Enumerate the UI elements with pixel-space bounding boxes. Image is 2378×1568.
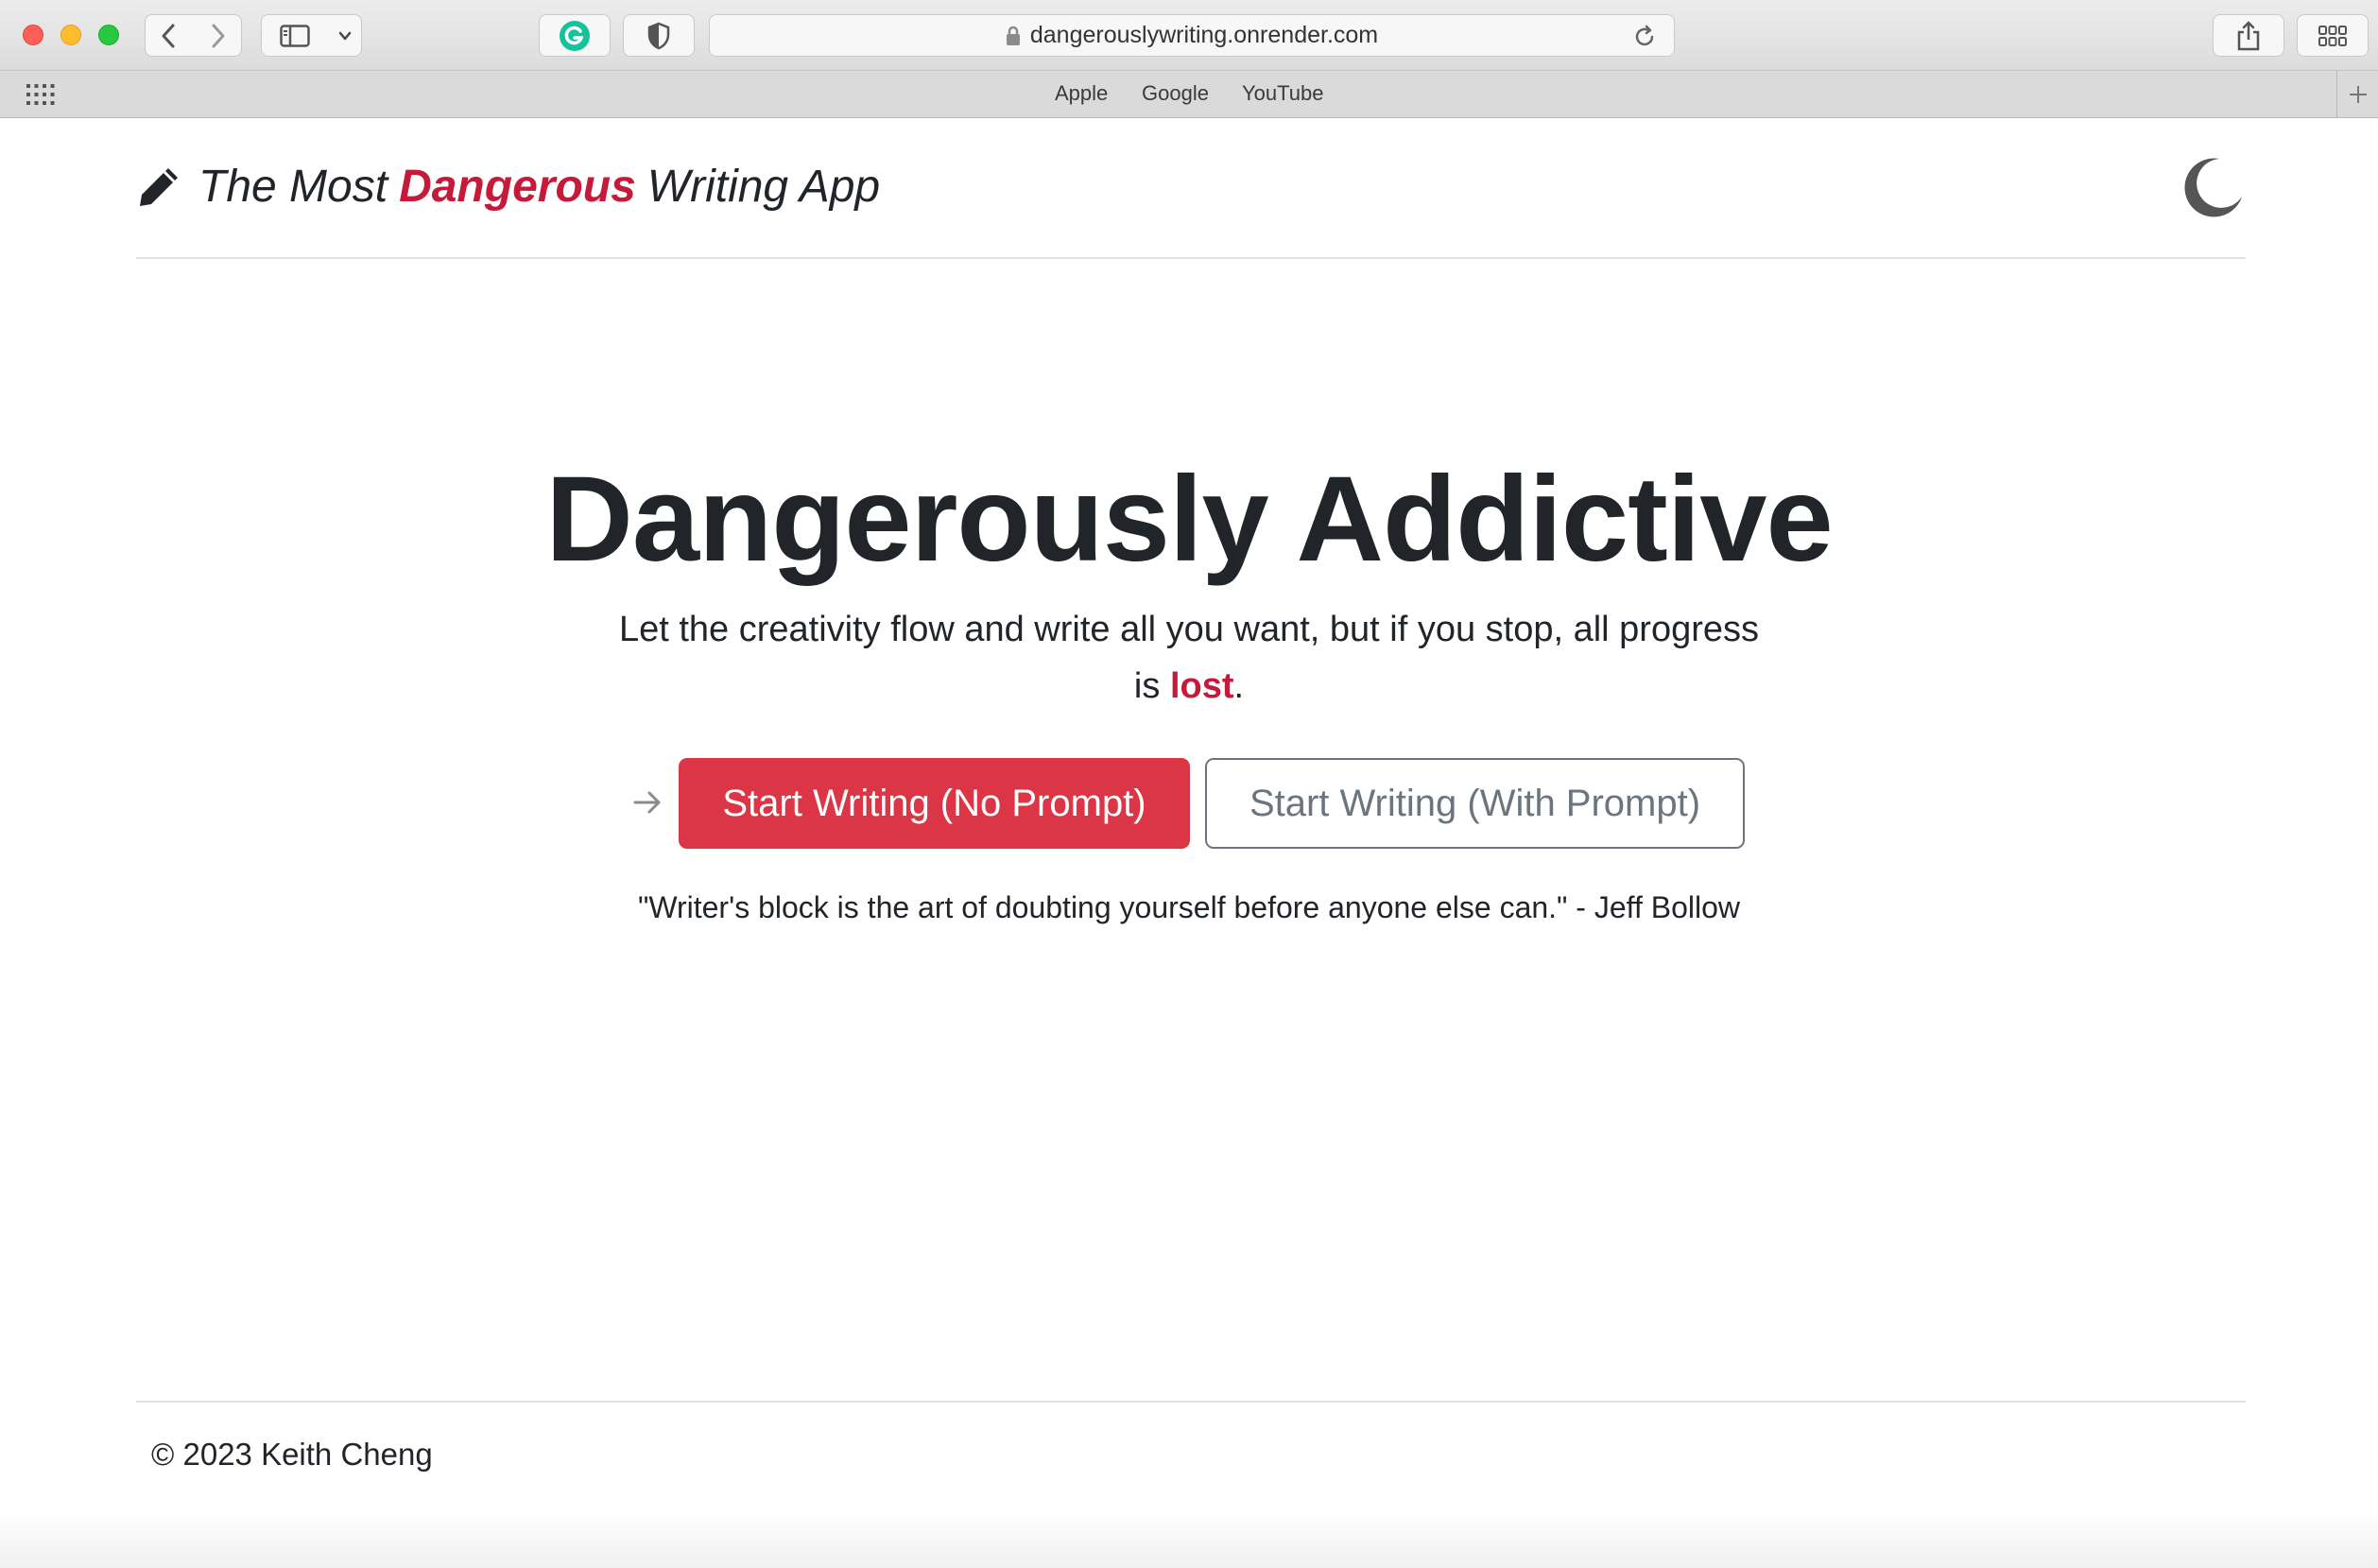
site-footer: © 2023 Keith Cheng: [136, 1401, 2246, 1514]
chevron-right-icon: [212, 24, 224, 47]
privacy-shield-button[interactable]: [623, 14, 695, 57]
grammarly-extension-button[interactable]: [539, 14, 611, 57]
sidebar-dropdown-button[interactable]: [328, 14, 362, 57]
action-buttons: Start Writing (No Prompt) Start Writing …: [0, 758, 2378, 849]
brand-highlight: Dangerous: [399, 162, 636, 212]
url-text: dangerouslywriting.onrender.com: [1029, 22, 1379, 48]
arrow-right-icon: [631, 786, 663, 823]
plus-icon: [2349, 86, 2367, 103]
start-writing-no-prompt-button[interactable]: Start Writing (No Prompt): [679, 758, 1190, 849]
bookmark-google[interactable]: Google: [1142, 81, 1209, 106]
back-button[interactable]: [145, 14, 194, 57]
copyright-text: © 2023 Keith Cheng: [151, 1437, 433, 1472]
site-header: The Most Dangerous Writing App: [136, 119, 2246, 259]
address-bar[interactable]: dangerouslywriting.onrender.com: [709, 14, 1675, 57]
favorites-bar: Apple Google YouTube: [0, 71, 2378, 118]
brand-link[interactable]: The Most Dangerous Writing App: [136, 161, 880, 213]
bookmark-apple[interactable]: Apple: [1055, 81, 1108, 106]
reload-icon[interactable]: [1632, 25, 1657, 54]
chevron-down-icon: [338, 31, 351, 40]
moon-icon[interactable]: [2180, 155, 2246, 221]
pencil-icon: [136, 164, 181, 210]
forward-button[interactable]: [193, 14, 242, 57]
brand-prefix: The Most: [198, 162, 388, 212]
hero-title: Dangerously Addictive: [545, 452, 1833, 587]
minimize-window-button[interactable]: [60, 25, 81, 45]
zoom-window-button[interactable]: [98, 25, 119, 45]
tab-overview-icon: [2318, 25, 2347, 46]
hero-subtitle: Let the creativity flow and write all yo…: [605, 601, 1773, 715]
hero-subtitle-end: .: [1233, 666, 1245, 706]
web-page: The Most Dangerous Writing App Dangerous…: [0, 119, 2378, 1568]
lock-icon: [1006, 26, 1021, 46]
browser-toolbar: dangerouslywriting.onrender.com: [0, 0, 2378, 71]
sidebar-toggle-button[interactable]: [261, 14, 329, 57]
close-window-button[interactable]: [23, 25, 43, 45]
start-writing-with-prompt-button[interactable]: Start Writing (With Prompt): [1205, 758, 1745, 849]
tab-overview-button[interactable]: [2297, 14, 2369, 57]
share-button[interactable]: [2213, 14, 2284, 57]
apps-grid-icon[interactable]: [26, 84, 55, 110]
new-tab-button[interactable]: [2336, 71, 2378, 118]
page-bottom-shade: [0, 1511, 2378, 1568]
sidebar-icon: [280, 24, 310, 47]
brand-suffix: Writing App: [646, 162, 881, 212]
grammarly-icon: [560, 20, 590, 51]
writing-quote: "Writer's block is the art of doubting y…: [637, 890, 1740, 924]
share-icon: [2237, 20, 2260, 50]
hero-subtitle-emphasis: lost: [1169, 666, 1234, 706]
chevron-left-icon: [162, 24, 175, 47]
bookmark-youtube[interactable]: YouTube: [1242, 81, 1323, 106]
shield-icon: [647, 22, 670, 49]
